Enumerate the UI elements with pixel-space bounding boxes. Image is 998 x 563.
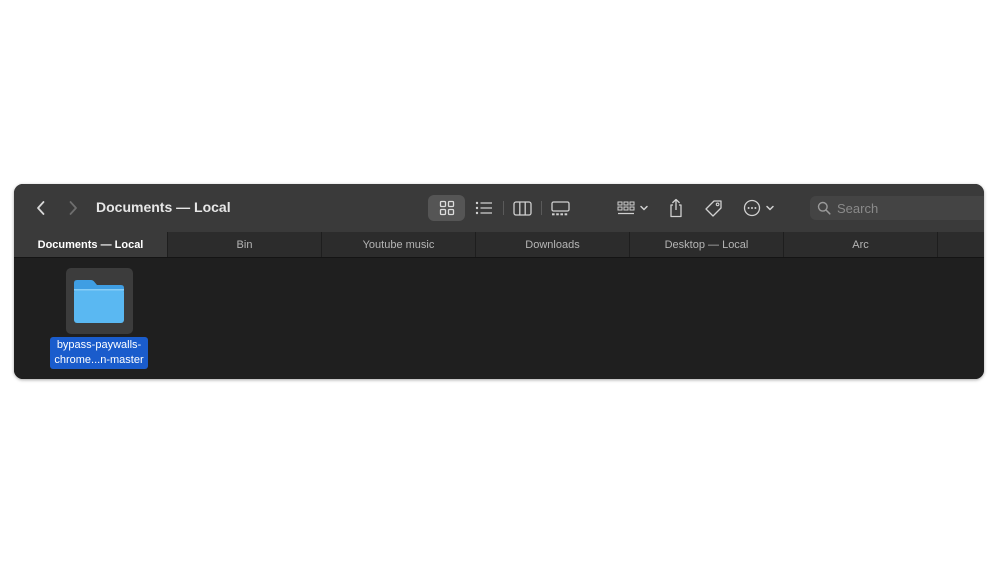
gallery-view-button[interactable]: [546, 195, 574, 221]
column-view-button[interactable]: [508, 195, 536, 221]
chevron-down-icon: [766, 205, 774, 211]
icon-view-button[interactable]: [428, 195, 465, 221]
tab-downloads[interactable]: Downloads: [476, 232, 630, 257]
share-button[interactable]: [664, 195, 688, 221]
folder-name[interactable]: bypass-paywalls- chrome...n-master: [50, 337, 148, 369]
tab-label: Arc: [852, 238, 869, 251]
forward-button[interactable]: [63, 198, 83, 218]
tab-arc[interactable]: Arc: [784, 232, 938, 257]
ellipsis-circle-icon: [743, 199, 761, 217]
tab-documents-local[interactable]: Documents — Local: [14, 232, 168, 257]
finder-window: Documents — Local Search Documents — Loc…: [14, 184, 984, 379]
search-icon: [817, 201, 831, 215]
chevron-down-icon: [640, 205, 648, 211]
search-input[interactable]: [837, 200, 977, 216]
window-title: Documents — Local: [96, 199, 231, 215]
column-view-icon: [512, 200, 532, 216]
file-area: bypass-paywalls- chrome...n-master: [14, 258, 984, 379]
tab-bar: Documents — Local Bin Youtube music Down…: [14, 232, 984, 258]
tab-desktop-local[interactable]: Desktop — Local: [630, 232, 784, 257]
tab-label: Bin: [236, 238, 253, 251]
tab-youtube-music[interactable]: Youtube music: [322, 232, 476, 257]
list-view-icon: [475, 201, 492, 215]
toolbar-divider: [503, 201, 504, 215]
share-icon: [670, 198, 682, 218]
folder-icon: [74, 280, 124, 323]
gallery-view-icon: [550, 200, 570, 215]
chevron-left-icon: [37, 201, 45, 215]
tab-label: Desktop — Local: [664, 238, 749, 251]
more-actions-button[interactable]: [740, 195, 778, 221]
list-view-button[interactable]: [470, 195, 498, 221]
folder-name-line2: chrome...n-master: [54, 354, 144, 366]
tag-button[interactable]: [700, 195, 726, 221]
tab-label: Youtube music: [362, 238, 435, 251]
group-by-button[interactable]: [614, 195, 652, 221]
tag-icon: [704, 199, 722, 217]
toolbar: Documents — Local: [14, 184, 984, 232]
group-by-icon: [617, 201, 635, 214]
tab-label: Downloads: [525, 238, 580, 251]
back-button[interactable]: [31, 198, 51, 218]
folder-name-line1: bypass-paywalls-: [56, 339, 142, 351]
selection-highlight: [66, 268, 133, 334]
chevron-right-icon: [69, 201, 77, 215]
tab-bin[interactable]: Bin: [168, 232, 322, 257]
toolbar-divider: [541, 201, 542, 215]
icon-view-icon: [439, 200, 454, 216]
search-field[interactable]: [810, 196, 984, 220]
tab-label: Documents — Local: [37, 238, 144, 251]
tab-bar-filler: [938, 232, 984, 257]
